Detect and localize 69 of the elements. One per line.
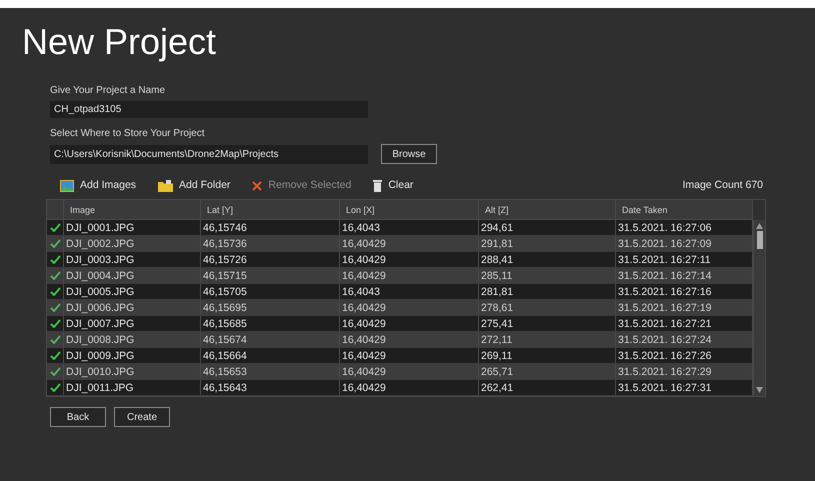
table-cell: 46,15726	[201, 252, 340, 267]
table-cell: 16,4043	[340, 220, 479, 235]
table-cell: 16,40429	[340, 332, 479, 347]
scrollbar[interactable]	[753, 220, 765, 396]
table-cell: DJI_0003.JPG	[64, 252, 201, 267]
table-cell: DJI_0004.JPG	[64, 268, 201, 283]
column-header[interactable]: Alt [Z]	[479, 200, 616, 219]
table-cell: 285,11	[479, 268, 616, 283]
table-cell: 16,40429	[340, 364, 479, 379]
table-cell: 269,11	[479, 348, 616, 363]
table-cell: 16,40429	[340, 348, 479, 363]
column-header[interactable]: Image	[64, 200, 201, 219]
table-cell: 16,40429	[340, 380, 479, 395]
trash-icon	[373, 180, 382, 192]
table-cell: 294,61	[479, 220, 616, 235]
table-cell: 16,40429	[340, 252, 479, 267]
scroll-down-icon[interactable]	[756, 387, 763, 393]
table-cell: 16,4043	[340, 284, 479, 299]
table-cell: DJI_0011.JPG	[64, 380, 201, 395]
field-label: Select Where to Store Your Project	[50, 127, 206, 140]
page-title: New Project	[22, 20, 218, 64]
column-header[interactable]: Lat [Y]	[201, 200, 340, 219]
project-name-field[interactable]: CH_otpad3105	[50, 101, 368, 118]
table-cell: DJI_0008.JPG	[64, 332, 201, 347]
column-header[interactable]: Date Taken	[616, 200, 753, 219]
table-cell: 16,40429	[340, 316, 479, 331]
table-cell: DJI_0010.JPG	[64, 364, 201, 379]
table-cell: DJI_0005.JPG	[64, 284, 201, 299]
table-cell: 281,81	[479, 284, 616, 299]
table-cell: 16,40429	[340, 268, 479, 283]
table-cell: 46,15705	[201, 284, 340, 299]
table-cell: 278,61	[479, 300, 616, 315]
scroll-up-icon[interactable]	[756, 223, 763, 229]
table-cell: DJI_0009.JPG	[64, 348, 201, 363]
table-cell: 46,15736	[201, 236, 340, 251]
table-cell: 16,40429	[340, 236, 479, 251]
image-count: Image Count 670	[682, 178, 763, 194]
scroll-thumb[interactable]	[756, 231, 762, 249]
toolbar-button[interactable]: Add Folder	[158, 178, 230, 194]
table-cell: DJI_0006.JPG	[64, 300, 201, 315]
table-cell: 291,81	[479, 236, 616, 251]
table-cell: 16,40429	[340, 300, 479, 315]
table-cell: 288,41	[479, 252, 616, 267]
table-cell: 46,15643	[201, 380, 340, 395]
table-cell: 46,15695	[201, 300, 340, 315]
table-cell: 46,15674	[201, 332, 340, 347]
footer-button[interactable]: Back	[50, 407, 106, 427]
toolbar-button[interactable]: Add Images	[60, 178, 136, 194]
table-cell: 46,15685	[201, 316, 340, 331]
close-icon	[252, 181, 262, 191]
toolbar-button[interactable]: Clear	[373, 178, 414, 194]
table-cell: 265,71	[479, 364, 616, 379]
table-cell: DJI_0001.JPG	[64, 220, 201, 235]
table-cell: DJI_0002.JPG	[64, 236, 201, 251]
browse-button[interactable]: Browse	[381, 144, 437, 164]
image-icon	[60, 180, 74, 192]
table-cell: 46,15746	[201, 220, 340, 235]
project-location-field[interactable]: C:\Users\Korisnik\Documents\Drone2Map\Projects	[50, 144, 368, 164]
table-cell: 262,41	[479, 380, 616, 395]
table-cell: DJI_0007.JPG	[64, 316, 201, 331]
field-label: Give Your Project a Name	[50, 84, 166, 97]
column-header[interactable]: Lon [X]	[340, 200, 479, 219]
folder-icon	[158, 180, 174, 192]
footer-button[interactable]: Create	[114, 407, 170, 427]
table-cell: 46,15664	[201, 348, 340, 363]
table-cell: 46,15653	[201, 364, 340, 379]
table-cell: 46,15715	[201, 268, 340, 283]
table-cell: 275,41	[479, 316, 616, 331]
table-cell: 272,11	[479, 332, 616, 347]
